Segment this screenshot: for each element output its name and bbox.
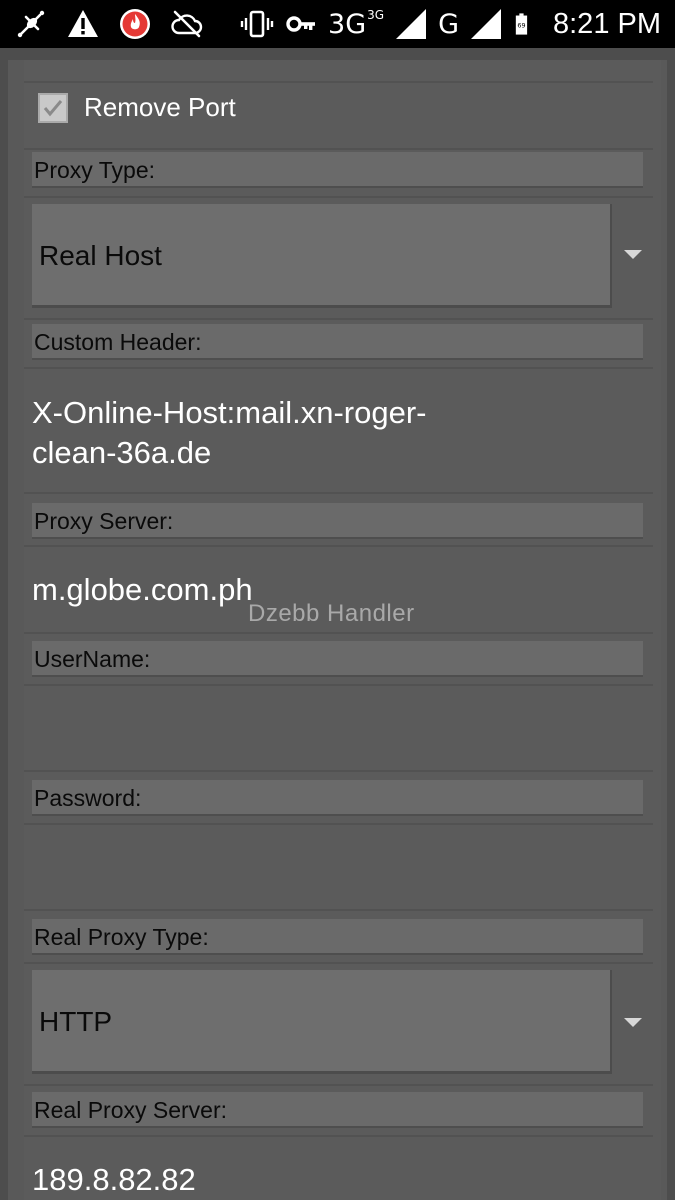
divider xyxy=(24,367,653,369)
proxy-type-select[interactable]: Real Host xyxy=(32,204,612,308)
network-type-g: G xyxy=(438,11,459,38)
battery-icon: 69 xyxy=(515,13,528,35)
settings-panel: Remove Port Proxy Type: Real Host Custom… xyxy=(8,60,667,1200)
divider xyxy=(24,770,653,772)
divider xyxy=(24,1084,653,1086)
system-icons: 3G 3G G 69 8:21 PM xyxy=(240,6,661,42)
network-type-secondary-label: G xyxy=(438,8,459,40)
real-proxy-type-select[interactable]: HTTP xyxy=(32,970,612,1074)
signal-icon xyxy=(471,9,501,39)
divider xyxy=(24,684,653,686)
network-type-3g: 3G 3G xyxy=(328,7,385,40)
remove-port-row[interactable]: Remove Port xyxy=(24,92,236,123)
custom-header-line-2: clean-36a.de xyxy=(32,435,212,470)
status-bar: 3G 3G G 69 8:21 PM xyxy=(0,0,675,48)
network-type-label: 3G xyxy=(328,8,367,40)
vibrate-icon xyxy=(240,10,274,38)
usb-debug-icon xyxy=(17,10,45,38)
divider xyxy=(24,318,653,320)
username-field[interactable] xyxy=(32,710,632,770)
password-field[interactable] xyxy=(32,849,632,909)
custom-header-line-1: X-Online-Host:mail.xn-roger- xyxy=(32,395,427,430)
divider xyxy=(24,962,653,964)
real-proxy-server-field[interactable]: 189.8.82.82 xyxy=(32,1160,632,1200)
divider xyxy=(24,196,653,198)
proxy-server-label: Proxy Server: xyxy=(32,503,643,539)
network-type-sup: 3G xyxy=(367,7,385,22)
divider xyxy=(24,1135,653,1137)
remove-port-label[interactable]: Remove Port xyxy=(84,92,236,123)
signal-icon xyxy=(396,9,427,39)
username-label: UserName: xyxy=(32,641,643,677)
divider xyxy=(24,81,653,83)
battery-level: 69 xyxy=(517,23,525,30)
cloud-off-icon xyxy=(171,10,203,38)
divider xyxy=(24,909,653,911)
custom-header-field[interactable]: X-Online-Host:mail.xn-roger- clean-36a.d… xyxy=(32,393,632,473)
real-proxy-type-label: Real Proxy Type: xyxy=(32,919,643,955)
divider xyxy=(24,492,653,494)
watermark-text: Dzebb Handler xyxy=(248,600,415,627)
remove-port-checkbox[interactable] xyxy=(38,92,68,123)
chevron-down-icon[interactable] xyxy=(624,250,642,259)
divider xyxy=(24,148,653,150)
divider xyxy=(24,632,653,634)
chevron-down-icon[interactable] xyxy=(624,1018,642,1027)
settings-screen[interactable]: Remove Port Proxy Type: Real Host Custom… xyxy=(0,48,675,1200)
status-time: 8:21 PM xyxy=(553,7,661,40)
divider xyxy=(24,545,653,547)
checkmark-icon xyxy=(43,99,63,116)
custom-header-label: Custom Header: xyxy=(32,324,643,360)
password-label: Password: xyxy=(32,780,643,816)
settings-form[interactable]: Remove Port Proxy Type: Real Host Custom… xyxy=(24,60,661,1200)
proxy-type-label: Proxy Type: xyxy=(32,152,643,188)
vpn-key-icon xyxy=(286,16,316,32)
app-notification-icon xyxy=(120,9,150,39)
warning-icon xyxy=(68,10,98,37)
divider xyxy=(24,823,653,825)
real-proxy-server-label: Real Proxy Server: xyxy=(32,1092,643,1128)
notification-icons xyxy=(14,6,204,42)
